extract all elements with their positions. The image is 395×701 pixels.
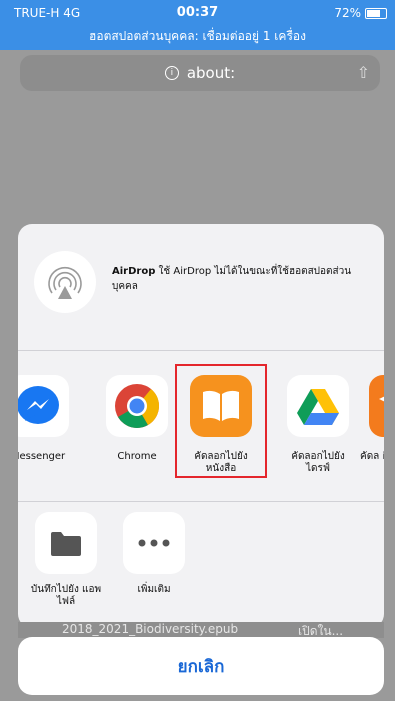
battery-percent: 72% [334,6,361,20]
share-app-label: Messenger [18,451,66,462]
battery-indicator: 72% [334,6,387,20]
share-icon[interactable]: ⇧ [357,63,370,82]
hotspot-banner[interactable]: ฮอตสปอตส่วนบุคคล: เชื่อมต่ออยู่ 1 เครื่อ… [0,27,395,46]
folder-icon [35,512,97,574]
more-dots-icon [123,512,185,574]
airdrop-icon [34,251,96,313]
share-app-label: คัดล iTu [360,451,384,462]
share-app-messenger[interactable]: Messenger [18,375,78,463]
share-app-google-drive[interactable]: คัดลอกไปยัง ไดรฟ์ [278,375,358,475]
share-app-label: คัดลอกไปยัง ไดรฟ์ [291,451,345,474]
cancel-button[interactable]: ยกเลิก [18,637,384,695]
more-action[interactable]: เพิ่มเติม [114,512,194,596]
airdrop-section: AirDrop ใช้ AirDrop ไม่ได้ในขณะที่ใช้ฮอต… [18,224,384,351]
background-filename: 2018_2021_Biodiversity.epub [62,622,239,636]
messenger-icon [18,375,69,437]
background-download-row: 2018_2021_Biodiversity.epub เปิดใน... [18,622,384,638]
share-actions-row: บันทึกไปยัง แอพไฟล์ เพิ่มเติม [18,502,384,628]
airdrop-title: AirDrop [112,266,156,277]
url-text: about: [186,64,236,82]
share-sheet: AirDrop ใช้ AirDrop ไม่ได้ในขณะที่ใช้ฮอต… [18,224,384,628]
google-drive-icon [287,375,349,437]
itunes-u-icon [369,375,384,437]
address-bar[interactable]: i about: ⇧ [20,55,380,91]
status-bar: TRUE-H 4G 00:37 72% ฮอตสปอตส่วนบุคคล: เช… [0,0,395,50]
action-label: เพิ่มเติม [137,584,171,595]
save-to-files-action[interactable]: บันทึกไปยัง แอพไฟล์ [26,512,106,608]
background-open-in: เปิดใน... [298,624,344,638]
share-app-label: Chrome [117,451,157,462]
battery-icon [365,7,387,19]
airdrop-message: AirDrop ใช้ AirDrop ไม่ได้ในขณะที่ใช้ฮอต… [112,264,372,294]
selection-highlight [175,364,267,478]
share-app-itunes-u[interactable]: คัดล iTu [360,375,384,463]
info-icon: i [164,66,179,80]
chrome-icon [106,375,168,437]
action-label: บันทึกไปยัง แอพไฟล์ [30,584,102,607]
share-app-chrome[interactable]: Chrome [97,375,177,463]
